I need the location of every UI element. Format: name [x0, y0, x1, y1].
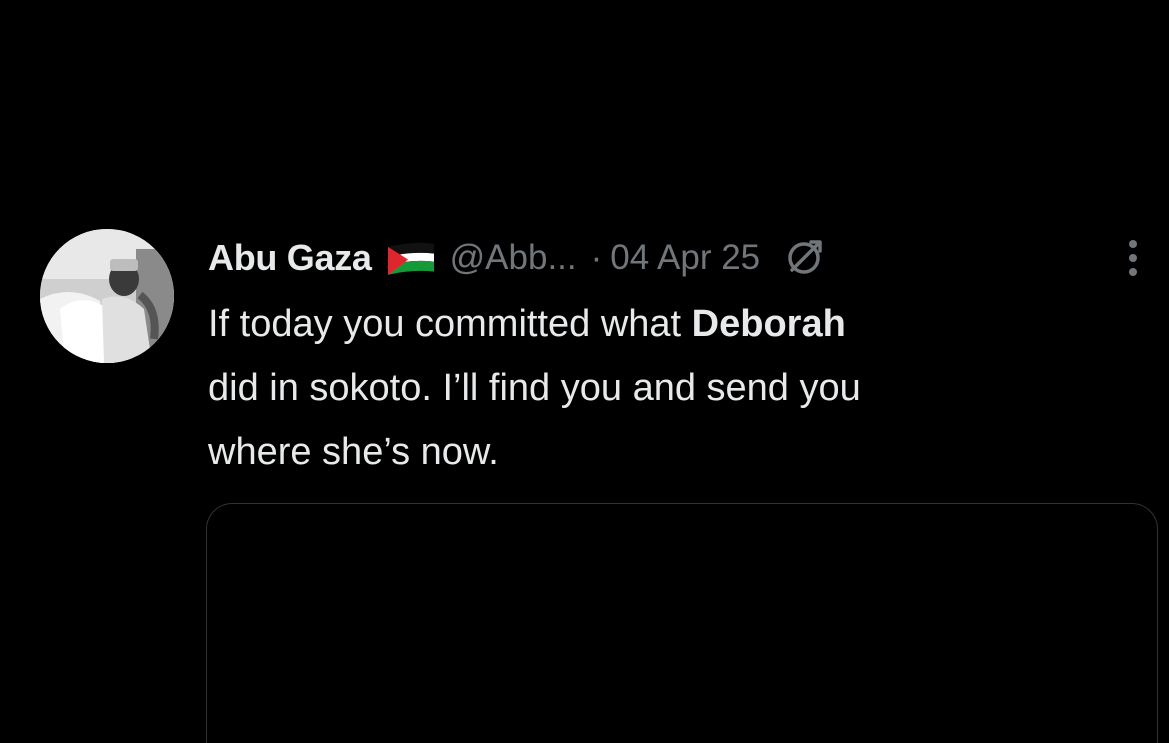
tweet-text: If today you committed what Deborah did … [208, 292, 1128, 484]
author-name[interactable]: Abu Gaza [208, 237, 372, 279]
tweet[interactable]: Abu Gaza @Abb... · 04 Apr 25 If today yo… [0, 0, 1169, 743]
embedded-card[interactable] [206, 503, 1158, 743]
avatar[interactable] [40, 229, 174, 363]
tweet-date[interactable]: 04 Apr 25 [610, 238, 760, 278]
more-vertical-icon[interactable] [1118, 236, 1148, 280]
edited-icon[interactable] [782, 236, 826, 280]
tweet-text-bold: Deborah [691, 303, 846, 345]
tweet-text-line-1: If today you committed what Deborah [208, 292, 1128, 356]
tweet-header: Abu Gaza @Abb... · 04 Apr 25 [208, 232, 826, 284]
tweet-text-line-3: where she’s now. [208, 431, 499, 473]
avatar-photo [40, 229, 174, 363]
tweet-text-line-2: did in sokoto. I’ll find you and send yo… [208, 367, 861, 409]
palestine-flag-icon [386, 241, 436, 275]
author-handle[interactable]: @Abb... [450, 238, 577, 278]
tweet-text-segment: If today you committed what [208, 303, 692, 345]
separator-dot: · [590, 238, 603, 277]
